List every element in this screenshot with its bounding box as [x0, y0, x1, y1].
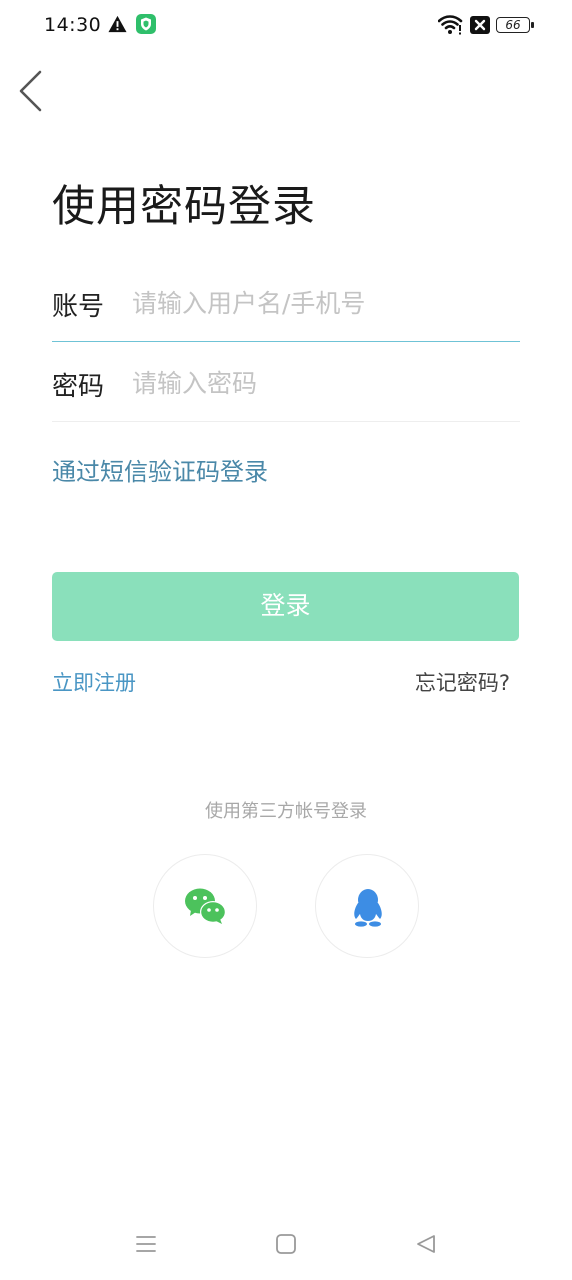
wifi-icon [438, 15, 463, 35]
menu-icon[interactable] [134, 1232, 158, 1256]
account-label: 账号 [52, 292, 105, 322]
third-party-label: 使用第三方帐号登录 [205, 801, 367, 822]
wechat-icon [185, 888, 226, 924]
status-bar: 14:30 66 [0, 0, 572, 52]
back-triangle-icon[interactable] [415, 1233, 437, 1255]
password-field-row: 密码 [52, 352, 520, 422]
password-input[interactable] [132, 362, 512, 404]
password-label: 密码 [52, 372, 105, 402]
login-page: 14:30 66 使用密码登录 账号 请输入用户名/手机号 密码 通过短信验证码… [0, 0, 572, 1280]
warning-icon [108, 15, 127, 33]
chevron-left-icon [19, 70, 42, 112]
status-time: 14:30 [44, 14, 102, 36]
battery-level: 66 [505, 18, 521, 32]
account-input[interactable] [132, 282, 512, 324]
home-square-icon[interactable] [275, 1233, 297, 1255]
account-field-row: 账号 [52, 272, 520, 342]
close-box-icon [470, 16, 490, 34]
sms-login-link[interactable]: 通过短信验证码登录 [52, 452, 268, 487]
qq-login-button[interactable] [315, 854, 419, 958]
wechat-login-button[interactable] [153, 854, 257, 958]
register-link[interactable]: 立即注册 [52, 667, 136, 697]
forgot-password-link[interactable]: 忘记密码? [415, 667, 510, 697]
shield-icon [136, 14, 156, 34]
back-button[interactable] [14, 68, 54, 116]
qq-penguin-icon [354, 889, 382, 927]
page-title: 使用密码登录 [52, 182, 316, 232]
battery-icon: 66 [496, 15, 534, 35]
login-button[interactable]: 登录 [52, 572, 519, 641]
